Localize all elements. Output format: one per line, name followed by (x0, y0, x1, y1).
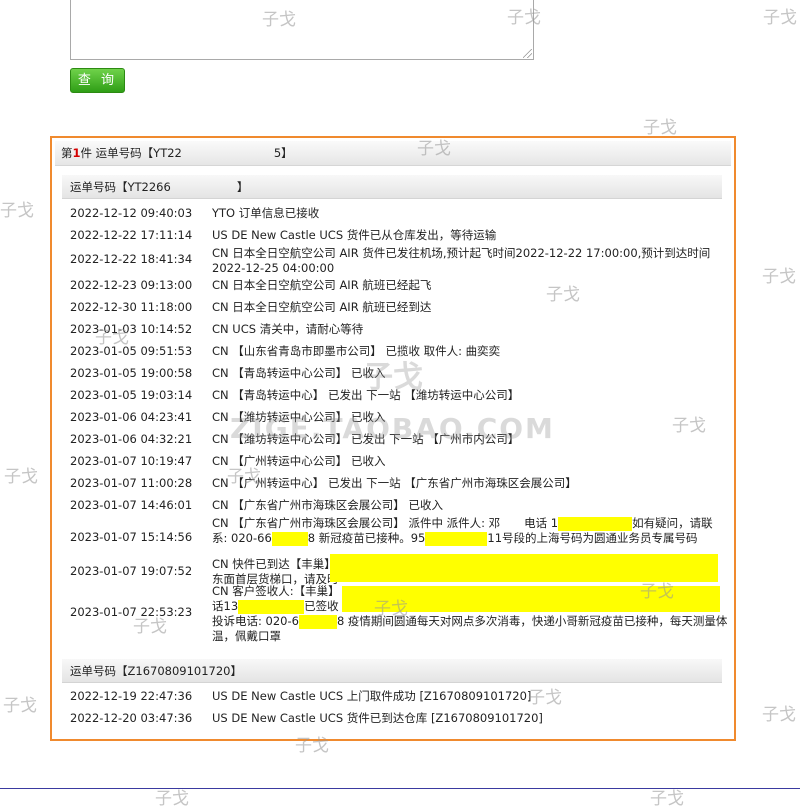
event-text: CN 【广东省广州市海珠区会展公司】 派件中 派件人: 邓 (212, 516, 501, 530)
event-time: 2023-01-07 22:53:23 (70, 605, 193, 619)
event-desc: CN 【潍坊转运中心公司】 已收入 (212, 410, 386, 424)
event-text: 8 疫情期间圆通每天对网点多次消毒，快递小哥新冠疫苗已接种，每天测量体 (336, 614, 728, 628)
event-desc: CN 【青岛转运中心】 已发出 下一站 【潍坊转运中心公司】 (212, 388, 520, 402)
event-time: 2023-01-06 04:23:41 (70, 410, 193, 424)
event-desc: CN 【潍坊转运中心公司】 已发出 下一站 【广州市内公司】 (212, 432, 520, 446)
watermark: 子戈 (4, 467, 38, 487)
event-text: 电话 1 (524, 516, 559, 530)
redaction-mark (298, 614, 337, 629)
redaction-mark (558, 516, 633, 531)
event-text: 话13 (212, 599, 239, 613)
event-text: 11号段的上海号码为圆通业务员专属号码 (487, 531, 698, 545)
event-time: 2023-01-05 19:00:58 (70, 366, 193, 380)
event-desc: CN 【青岛转运中心公司】 已收入 (212, 366, 386, 380)
event-time: 2023-01-03 10:14:52 (70, 322, 193, 336)
event-desc: CN 日本全日空航空公司 AIR 航班已经到达 (212, 300, 432, 314)
event-time: 2022-12-23 09:13:00 (70, 278, 193, 292)
event-desc: CN 【广东省广州市海珠区会展公司】 已收入 (212, 498, 443, 512)
watermark: 子戈 (0, 201, 34, 221)
event-time: 2022-12-22 18:41:34 (70, 252, 193, 266)
package-waybill-tail: 5】 (273, 146, 293, 160)
package-waybill: 件 运单号码【YT22 (80, 146, 182, 160)
redaction-mark (342, 586, 720, 612)
watermark: 子戈 (3, 696, 37, 716)
query-button[interactable]: 查 询 (70, 68, 125, 93)
event-desc: YTO 订单信息已接收 (212, 206, 320, 220)
event-text: 投诉电话: 020-6 (212, 614, 299, 628)
event-desc: CN 日本全日空航空公司 AIR 货件已发往机场,预计起飞时间2022-12-2… (212, 246, 711, 275)
event-desc: CN 【广州转运中心】 已发出 下一站 【广东省广州市海珠区会展公司】 (212, 476, 577, 490)
divider (0, 788, 800, 789)
redaction-mark (425, 531, 488, 546)
event-desc: US DE New Castle UCS 货件已从仓库发出，等待运输 (212, 228, 497, 242)
event-text: 8 新冠疫苗已接种。95 (307, 531, 426, 545)
event-desc: CN 【山东省青岛市即墨市公司】 已揽收 取件人: 曲奕奕 (212, 344, 501, 358)
watermark: 子戈 (763, 8, 797, 28)
event-time: 2023-01-06 04:32:21 (70, 432, 193, 446)
event-time: 2022-12-20 03:47:36 (70, 711, 193, 725)
watermark: 子戈 (643, 118, 677, 138)
package-prefix: 第 (61, 146, 73, 160)
redaction-mark (271, 531, 308, 546)
section-title: 运单号码【Z1670809101720】 (70, 664, 242, 678)
section-title-tail: 】 (236, 180, 249, 194)
event-time: 2023-01-05 09:51:53 (70, 344, 193, 358)
event-text: 温，佩戴口罩 (212, 629, 281, 643)
event-time: 2023-01-07 10:19:47 (70, 454, 193, 468)
event-desc: CN 【广州转运中心公司】 已收入 (212, 454, 386, 468)
event-time: 2022-12-22 17:11:14 (70, 228, 193, 242)
redaction-mark (238, 599, 305, 614)
event-time: 2022-12-19 22:47:36 (70, 689, 193, 703)
event-time: 2023-01-05 19:03:14 (70, 388, 193, 402)
event-time: 2023-01-07 15:14:56 (70, 530, 193, 544)
watermark: 子戈 (762, 705, 796, 725)
event-desc: US DE New Castle UCS 上门取件成功 [Z1670809101… (212, 689, 532, 703)
redaction-mark (330, 554, 718, 582)
event-text: 如有疑问，请联 (632, 516, 713, 530)
section-header: 运单号码【YT2266 】 (62, 175, 722, 199)
section-title: 运单号码【YT2266 (70, 180, 171, 194)
event-text: 系: 020-66 (212, 531, 272, 545)
event-desc: CN 【广东省广州市海珠区会展公司】 派件中 派件人: 邓 电话 1 如有疑问，请联… (212, 516, 713, 546)
event-time: 2023-01-07 14:46:01 (70, 498, 193, 512)
event-desc: CN 日本全日空航空公司 AIR 航班已经起飞 (212, 278, 432, 292)
event-text: 已签收 (304, 599, 339, 613)
event-time: 2023-01-07 11:00:28 (70, 476, 193, 490)
event-desc: US DE New Castle UCS 货件已到达仓库 [Z167080910… (212, 711, 543, 725)
package-index: 1 (72, 146, 81, 160)
package-header: 第1件 运单号码【YT22 5】 (55, 141, 731, 166)
watermark: 子戈 (762, 267, 796, 287)
event-time: 2022-12-30 11:18:00 (70, 300, 193, 314)
event-desc: CN UCS 清关中，请耐心等待 (212, 322, 364, 336)
section-header: 运单号码【Z1670809101720】 (62, 659, 722, 683)
tracking-number-textarea[interactable] (70, 0, 534, 60)
event-time: 2022-12-12 09:40:03 (70, 206, 193, 220)
resize-grip-icon[interactable] (523, 49, 532, 58)
event-time: 2023-01-07 19:07:52 (70, 564, 193, 578)
